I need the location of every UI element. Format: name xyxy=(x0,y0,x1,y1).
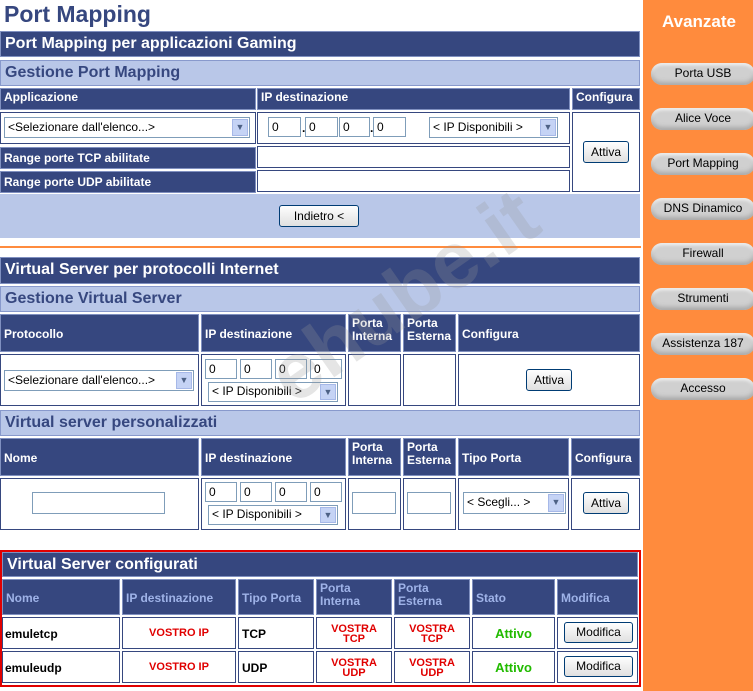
sidebar-item-assistenza[interactable]: Assistenza 187 xyxy=(651,333,753,355)
table-row-ip: VOSTRO IP xyxy=(122,651,236,683)
sidebar-item-dns-dinamico[interactable]: DNS Dinamico xyxy=(651,198,753,220)
col-header-configura: Configura xyxy=(572,88,640,110)
sidebar-title: Avanzate xyxy=(661,12,736,31)
chevron-down-icon: ▼ xyxy=(540,119,556,136)
gaming-section-title: Port Mapping per applicazioni Gaming xyxy=(0,31,640,57)
col-header-ip-custom: IP destinazione xyxy=(201,438,346,476)
configured-section-title: Virtual Server configurati xyxy=(2,552,638,577)
sidebar-item-strumenti[interactable]: Strumenti xyxy=(651,288,753,310)
table-row-stato: Attivo xyxy=(472,617,555,649)
col-header-ip: IP destinazione xyxy=(257,88,570,110)
ip-octet-1[interactable]: 0 xyxy=(268,117,301,137)
custom-section-title: Virtual server personalizzati xyxy=(0,410,640,436)
attiva-button-vs[interactable]: Attiva xyxy=(526,369,572,391)
ip-select-value: < IP Disponibili > xyxy=(212,507,302,521)
app-select[interactable]: <Selezionare dall'elenco...> ▼ xyxy=(4,117,250,138)
table-row-porta-interna: VOSTRA TCP xyxy=(316,617,392,649)
sidebar-item-porta-usb[interactable]: Porta USB xyxy=(651,63,753,85)
app-select-value: <Selezionare dall'elenco...> xyxy=(8,120,156,134)
udp-range-label: Range porte UDP abilitate xyxy=(0,171,256,193)
cfg-header-nome: Nome xyxy=(2,579,120,615)
ip-octet-1[interactable]: 0 xyxy=(205,482,237,502)
gaming-subsection-title: Gestione Port Mapping xyxy=(0,60,640,86)
attiva-button-custom[interactable]: Attiva xyxy=(583,492,629,514)
col-header-configura-custom: Configura xyxy=(571,438,640,476)
attiva-button[interactable]: Attiva xyxy=(583,141,629,163)
col-header-nome: Nome xyxy=(0,438,199,476)
sidebar-item-firewall[interactable]: Firewall xyxy=(651,243,753,265)
cfg-header-stato: Stato xyxy=(472,579,555,615)
chevron-down-icon: ▼ xyxy=(548,494,564,512)
ip-octet-3[interactable]: 0 xyxy=(275,482,307,502)
modifica-button[interactable]: Modifica xyxy=(564,622,633,643)
sidebar: Avanzate Porta USB Alice Voce Port Mappi… xyxy=(641,0,753,691)
sidebar-item-accesso[interactable]: Accesso xyxy=(651,378,753,400)
ip-octet-3[interactable]: 0 xyxy=(339,117,370,137)
ip-octet-4[interactable]: 0 xyxy=(373,117,406,137)
tcp-range-label: Range porte TCP abilitate xyxy=(0,147,256,169)
proto-select[interactable]: <Selezionare dall'elenco...> ▼ xyxy=(4,370,194,391)
main-content: Port Mapping Port Mapping per applicazio… xyxy=(0,0,641,691)
cfg-header-porta-esterna: Porta Esterna xyxy=(394,579,470,615)
ip-octet-4[interactable]: 0 xyxy=(310,482,342,502)
col-header-tipo-porta: Tipo Porta xyxy=(458,438,569,476)
col-header-applicazione: Applicazione xyxy=(0,88,256,110)
porta-interna-input[interactable] xyxy=(352,492,396,514)
cfg-header-ip: IP destinazione xyxy=(122,579,236,615)
sidebar-item-port-mapping[interactable]: Port Mapping xyxy=(651,153,753,175)
ip-octet-2[interactable]: 0 xyxy=(240,482,272,502)
chevron-down-icon: ▼ xyxy=(176,372,192,389)
page-title: Port Mapping xyxy=(4,1,151,27)
col-header-configura-vs: Configura xyxy=(458,314,640,352)
ip-select-value: < IP Disponibili > xyxy=(433,120,523,134)
cfg-header-tipo: Tipo Porta xyxy=(238,579,314,615)
ip-available-select-custom[interactable]: < IP Disponibili > ▼ xyxy=(208,505,338,525)
table-row-porta-esterna: VOSTRA UDP xyxy=(394,651,470,683)
ip-octet-2[interactable]: 0 xyxy=(305,117,338,137)
sidebar-item-alice-voce[interactable]: Alice Voce xyxy=(651,108,753,130)
cfg-header-porta-interna: Porta Interna xyxy=(316,579,392,615)
tipo-porta-select[interactable]: < Scegli... > ▼ xyxy=(463,492,566,514)
table-row-nome: emuleudp xyxy=(2,651,120,683)
table-row-tipo: UDP xyxy=(238,651,314,683)
table-row-ip: VOSTRO IP xyxy=(122,617,236,649)
modifica-button[interactable]: Modifica xyxy=(564,656,633,677)
proto-select-value: <Selezionare dall'elenco...> xyxy=(8,373,156,387)
chevron-down-icon: ▼ xyxy=(320,507,336,523)
table-row-porta-esterna: VOSTRA TCP xyxy=(394,617,470,649)
porta-esterna-cell-vs xyxy=(403,354,456,406)
col-header-porta-interna-custom: Porta Interna xyxy=(348,438,401,476)
udp-range-value xyxy=(257,170,570,192)
table-row-stato: Attivo xyxy=(472,651,555,683)
tipo-porta-value: < Scegli... > xyxy=(467,495,531,509)
chevron-down-icon: ▼ xyxy=(232,119,248,136)
cfg-header-modifica: Modifica xyxy=(557,579,638,615)
indietro-button[interactable]: Indietro < xyxy=(279,205,359,227)
col-header-porta-esterna-custom: Porta Esterna xyxy=(403,438,456,476)
nome-input[interactable] xyxy=(32,492,165,514)
table-row-tipo: TCP xyxy=(238,617,314,649)
col-header-protocollo: Protocollo xyxy=(0,314,199,352)
table-row-nome: emuletcp xyxy=(2,617,120,649)
ip-octet-1[interactable]: 0 xyxy=(205,359,237,379)
tcp-range-value xyxy=(257,146,570,168)
vs-section-title: Virtual Server per protocolli Internet xyxy=(0,257,640,284)
table-row-porta-interna: VOSTRA UDP xyxy=(316,651,392,683)
porta-esterna-input[interactable] xyxy=(407,492,451,514)
ip-available-select[interactable]: < IP Disponibili > ▼ xyxy=(429,117,558,138)
